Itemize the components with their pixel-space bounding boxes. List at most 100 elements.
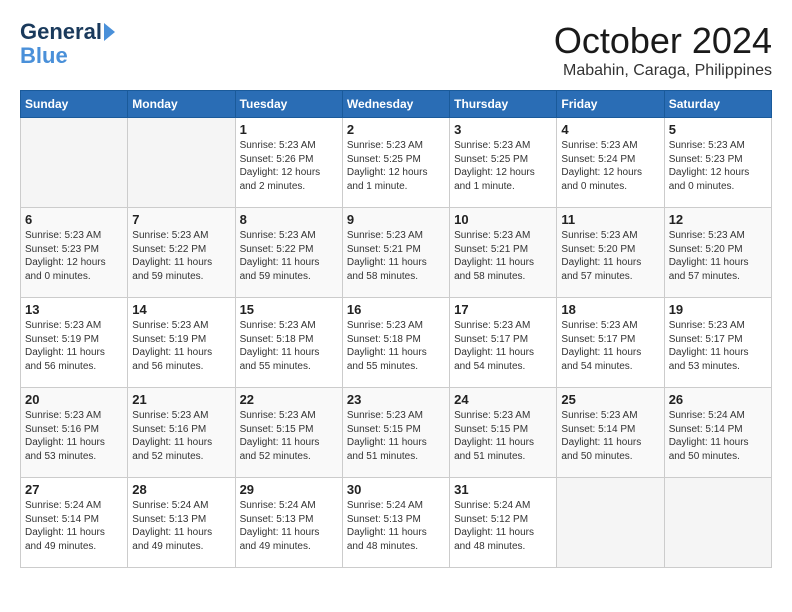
calendar-cell: 19Sunrise: 5:23 AMSunset: 5:17 PMDayligh… — [664, 298, 771, 388]
calendar-cell: 16 Sunrise: 5:23 AMSunset: 5:18 PMDayligh… — [342, 298, 449, 388]
title-area: October 2024 Mabahin, Caraga, Philippine… — [554, 20, 772, 80]
calendar-week-row: 6Sunrise: 5:23 AMSunset: 5:23 PMDaylight… — [21, 208, 772, 298]
calendar-cell: 7 Sunrise: 5:23 AMSunset: 5:22 PMDaylight… — [128, 208, 235, 298]
calendar-week-row: 20 Sunrise: 5:23 AMSunset: 5:16 PMDayligh… — [21, 388, 772, 478]
weekday-header-sunday: Sunday — [21, 91, 128, 118]
calendar-cell: 21 Sunrise: 5:23 AMSunset: 5:16 PMDayligh… — [128, 388, 235, 478]
calendar-cell: 5Sunrise: 5:23 AMSunset: 5:23 PMDaylight… — [664, 118, 771, 208]
calendar-cell: 26 Sunrise: 5:24 AMSunset: 5:14 PMDayligh… — [664, 388, 771, 478]
cell-info: Sunrise: 5:23 AMSunset: 5:18 PMDaylight:… — [347, 319, 445, 373]
calendar-cell: 22 Sunrise: 5:23 AMSunset: 5:15 PMDayligh… — [235, 388, 342, 478]
day-number: 26 — [669, 392, 767, 407]
cell-info: Sunrise: 5:23 AMSunset: 5:26 PMDaylight:… — [240, 139, 338, 193]
calendar-cell: 23 Sunrise: 5:23 AMSunset: 5:15 PMDayligh… — [342, 388, 449, 478]
logo-blue: Blue — [20, 44, 115, 68]
cell-info: Sunrise: 5:23 AMSunset: 5:24 PMDaylight:… — [561, 139, 659, 193]
calendar-cell: 9Sunrise: 5:23 AMSunset: 5:21 PMDaylight… — [342, 208, 449, 298]
cell-info: Sunrise: 5:23 AMSunset: 5:23 PMDaylight:… — [25, 229, 123, 283]
cell-info: Sunrise: 5:24 AMSunset: 5:13 PMDaylight:… — [347, 499, 445, 553]
logo-general: General — [20, 20, 102, 44]
cell-info: Sunrise: 5:24 AMSunset: 5:14 PMDaylight:… — [25, 499, 123, 553]
day-number: 7 — [132, 212, 230, 227]
day-number: 22 — [240, 392, 338, 407]
calendar-cell: 25 Sunrise: 5:23 AMSunset: 5:14 PMDayligh… — [557, 388, 664, 478]
calendar-table: SundayMondayTuesdayWednesdayThursdayFrid… — [20, 90, 772, 568]
weekday-header-thursday: Thursday — [450, 91, 557, 118]
calendar-week-row: 27Sunrise: 5:24 AMSunset: 5:14 PMDayligh… — [21, 478, 772, 568]
calendar-cell: 12 Sunrise: 5:23 AMSunset: 5:20 PMDayligh… — [664, 208, 771, 298]
day-number: 25 — [561, 392, 659, 407]
day-number: 21 — [132, 392, 230, 407]
logo: General Blue — [20, 20, 115, 68]
cell-info: Sunrise: 5:23 AMSunset: 5:20 PMDaylight:… — [669, 229, 767, 283]
cell-info: Sunrise: 5:23 AMSunset: 5:16 PMDaylight:… — [132, 409, 230, 463]
cell-info: Sunrise: 5:23 AMSunset: 5:18 PMDaylight:… — [240, 319, 338, 373]
weekday-header-saturday: Saturday — [664, 91, 771, 118]
calendar-cell: 1 Sunrise: 5:23 AMSunset: 5:26 PMDaylight… — [235, 118, 342, 208]
cell-info: Sunrise: 5:23 AMSunset: 5:17 PMDaylight:… — [454, 319, 552, 373]
day-number: 28 — [132, 482, 230, 497]
cell-info: Sunrise: 5:23 AMSunset: 5:15 PMDaylight:… — [454, 409, 552, 463]
cell-info: Sunrise: 5:23 AMSunset: 5:19 PMDaylight:… — [132, 319, 230, 373]
calendar-cell: 15 Sunrise: 5:23 AMSunset: 5:18 PMDayligh… — [235, 298, 342, 388]
day-number: 12 — [669, 212, 767, 227]
day-number: 2 — [347, 122, 445, 137]
day-number: 17 — [454, 302, 552, 317]
day-number: 19 — [669, 302, 767, 317]
cell-info: Sunrise: 5:23 AMSunset: 5:15 PMDaylight:… — [240, 409, 338, 463]
cell-info: Sunrise: 5:24 AMSunset: 5:13 PMDaylight:… — [240, 499, 338, 553]
day-number: 8 — [240, 212, 338, 227]
day-number: 20 — [25, 392, 123, 407]
calendar-header-row: SundayMondayTuesdayWednesdayThursdayFrid… — [21, 91, 772, 118]
calendar-cell — [557, 478, 664, 568]
calendar-cell — [664, 478, 771, 568]
day-number: 18 — [561, 302, 659, 317]
calendar-cell: 24 Sunrise: 5:23 AMSunset: 5:15 PMDayligh… — [450, 388, 557, 478]
day-number: 13 — [25, 302, 123, 317]
day-number: 1 — [240, 122, 338, 137]
calendar-cell: 2 Sunrise: 5:23 AMSunset: 5:25 PMDaylight… — [342, 118, 449, 208]
calendar-cell: 14 Sunrise: 5:23 AMSunset: 5:19 PMDayligh… — [128, 298, 235, 388]
calendar-cell: 28 Sunrise: 5:24 AMSunset: 5:13 PMDayligh… — [128, 478, 235, 568]
cell-info: Sunrise: 5:23 AMSunset: 5:22 PMDaylight:… — [132, 229, 230, 283]
day-number: 10 — [454, 212, 552, 227]
calendar-cell: 30 Sunrise: 5:24 AMSunset: 5:13 PMDayligh… — [342, 478, 449, 568]
cell-info: Sunrise: 5:23 AMSunset: 5:22 PMDaylight:… — [240, 229, 338, 283]
day-number: 30 — [347, 482, 445, 497]
calendar-cell: 20Sunrise: 5:23 AMSunset: 5:16 PMDayligh… — [21, 388, 128, 478]
cell-info: Sunrise: 5:23 AMSunset: 5:21 PMDaylight:… — [454, 229, 552, 283]
weekday-header-tuesday: Tuesday — [235, 91, 342, 118]
cell-info: Sunrise: 5:23 AMSunset: 5:15 PMDaylight:… — [347, 409, 445, 463]
calendar-cell: 17 Sunrise: 5:23 AMSunset: 5:17 PMDayligh… — [450, 298, 557, 388]
cell-info: Sunrise: 5:23 AMSunset: 5:25 PMDaylight:… — [454, 139, 552, 193]
calendar-cell: 8 Sunrise: 5:23 AMSunset: 5:22 PMDaylight… — [235, 208, 342, 298]
day-number: 23 — [347, 392, 445, 407]
calendar-cell: 13Sunrise: 5:23 AMSunset: 5:19 PMDayligh… — [21, 298, 128, 388]
day-number: 16 — [347, 302, 445, 317]
calendar-week-row: 13 Sunrise: 5:23 AMSunset: 5:19 PMDayligh… — [21, 298, 772, 388]
day-number: 3 — [454, 122, 552, 137]
month-title: October 2024 — [554, 20, 772, 62]
day-number: 5 — [669, 122, 767, 137]
page-header: General Blue October 2024 Mabahin, Carag… — [20, 20, 772, 80]
day-number: 15 — [240, 302, 338, 317]
calendar-cell: 3 Sunrise: 5:23 AMSunset: 5:25 PMDaylight… — [450, 118, 557, 208]
calendar-cell: 10 Sunrise: 5:23 AMSunset: 5:21 PMDayligh… — [450, 208, 557, 298]
day-number: 14 — [132, 302, 230, 317]
day-number: 11 — [561, 212, 659, 227]
logo-arrow-icon — [104, 23, 115, 41]
calendar-cell: 29Sunrise: 5:24 AMSunset: 5:13 PMDayligh… — [235, 478, 342, 568]
cell-info: Sunrise: 5:23 AMSunset: 5:14 PMDaylight:… — [561, 409, 659, 463]
cell-info: Sunrise: 5:23 AMSunset: 5:17 PMDaylight:… — [561, 319, 659, 373]
calendar-cell: 11Sunrise: 5:23 AMSunset: 5:20 PMDayligh… — [557, 208, 664, 298]
calendar-cell: 27Sunrise: 5:24 AMSunset: 5:14 PMDayligh… — [21, 478, 128, 568]
weekday-header-wednesday: Wednesday — [342, 91, 449, 118]
cell-info: Sunrise: 5:23 AMSunset: 5:21 PMDaylight:… — [347, 229, 445, 283]
cell-info: Sunrise: 5:24 AMSunset: 5:14 PMDaylight:… — [669, 409, 767, 463]
calendar-cell: 4Sunrise: 5:23 AMSunset: 5:24 PMDaylight… — [557, 118, 664, 208]
cell-info: Sunrise: 5:24 AMSunset: 5:13 PMDaylight:… — [132, 499, 230, 553]
cell-info: Sunrise: 5:23 AMSunset: 5:25 PMDaylight:… — [347, 139, 445, 193]
calendar-cell: 18 Sunrise: 5:23 AMSunset: 5:17 PMDayligh… — [557, 298, 664, 388]
weekday-header-monday: Monday — [128, 91, 235, 118]
day-number: 24 — [454, 392, 552, 407]
